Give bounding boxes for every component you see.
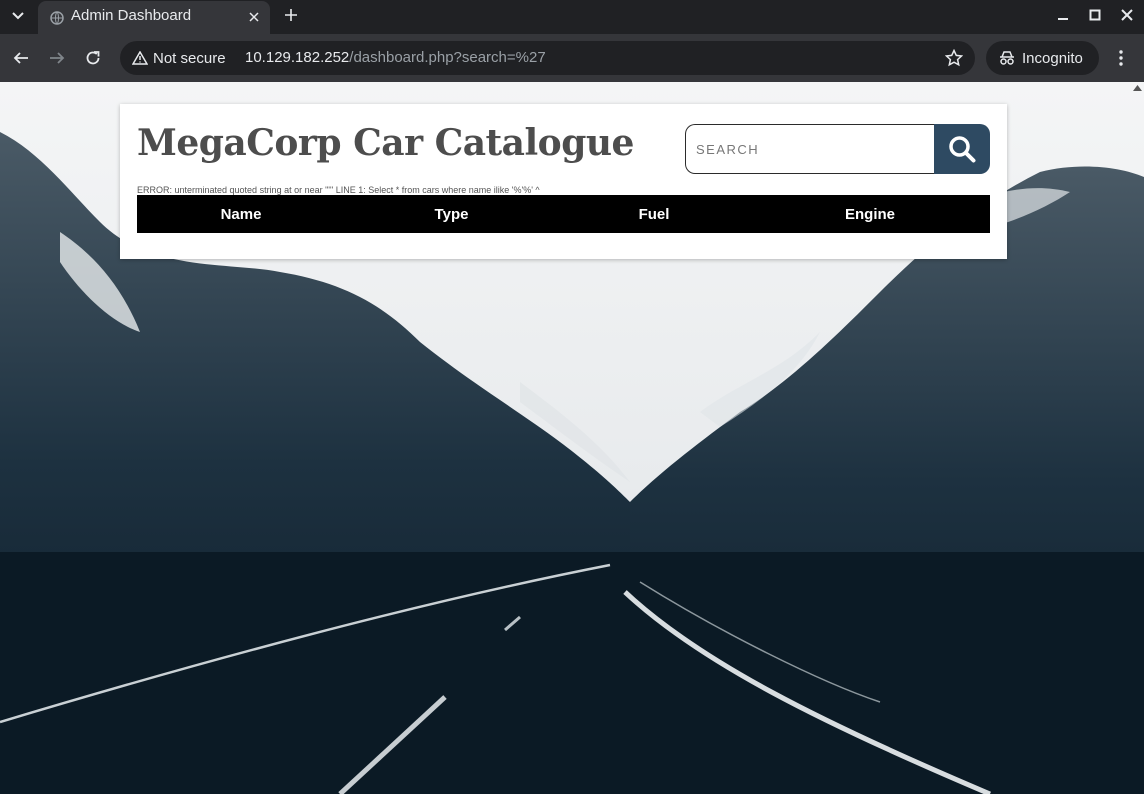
- sql-error-message: ERROR: unterminated quoted string at or …: [137, 185, 540, 195]
- url-path: /dashboard.php?search=%27: [349, 49, 546, 66]
- column-header-name: Name: [137, 195, 345, 233]
- tab-title: Admin Dashboard: [71, 7, 192, 24]
- car-table: Name Type Fuel Engine: [137, 195, 990, 233]
- security-chip[interactable]: Not secure: [126, 45, 232, 71]
- incognito-icon: [1000, 51, 1014, 65]
- browser-tab-bar: Admin Dashboard: [0, 0, 1144, 34]
- search-input[interactable]: [685, 124, 937, 174]
- catalogue-card: MegaCorp Car Catalogue ERROR: unterminat…: [120, 104, 1007, 259]
- warning-icon: [132, 51, 148, 65]
- address-bar[interactable]: Not secure 10.129.182.252/dashboard.php?…: [120, 41, 975, 75]
- column-header-type: Type: [345, 195, 558, 233]
- globe-icon: [50, 10, 64, 29]
- minimize-icon[interactable]: [1054, 6, 1072, 24]
- scroll-up-arrow-icon[interactable]: [1133, 85, 1142, 91]
- table-header-row: Name Type Fuel Engine: [137, 195, 990, 233]
- page-viewport: MegaCorp Car Catalogue ERROR: unterminat…: [0, 82, 1144, 794]
- page-scrollbar[interactable]: [1130, 82, 1144, 794]
- close-tab-icon[interactable]: [246, 9, 262, 25]
- search-button[interactable]: [934, 124, 990, 174]
- url-text[interactable]: 10.129.182.252/dashboard.php?search=%27: [245, 49, 546, 66]
- search-icon: [949, 136, 976, 163]
- kebab-menu-icon[interactable]: [1110, 46, 1132, 70]
- new-tab-icon[interactable]: [281, 5, 301, 25]
- bookmark-star-icon[interactable]: [944, 48, 964, 71]
- incognito-label: Incognito: [1022, 49, 1083, 67]
- close-window-icon[interactable]: [1118, 6, 1136, 24]
- page-title: MegaCorp Car Catalogue: [137, 122, 634, 164]
- search-form: [685, 124, 990, 174]
- active-tab[interactable]: Admin Dashboard: [38, 1, 270, 34]
- security-label: Not secure: [153, 49, 226, 67]
- maximize-icon[interactable]: [1086, 6, 1104, 24]
- back-arrow-icon[interactable]: [9, 46, 33, 70]
- column-header-fuel: Fuel: [558, 195, 750, 233]
- tab-search-button[interactable]: [4, 4, 32, 28]
- reload-icon[interactable]: [81, 46, 105, 70]
- url-host: 10.129.182.252: [245, 49, 350, 66]
- chevron-down-icon: [12, 12, 24, 20]
- forward-arrow-icon[interactable]: [45, 46, 69, 70]
- column-header-engine: Engine: [750, 195, 990, 233]
- incognito-chip[interactable]: Incognito: [986, 41, 1099, 75]
- browser-toolbar: Not secure 10.129.182.252/dashboard.php?…: [0, 34, 1144, 82]
